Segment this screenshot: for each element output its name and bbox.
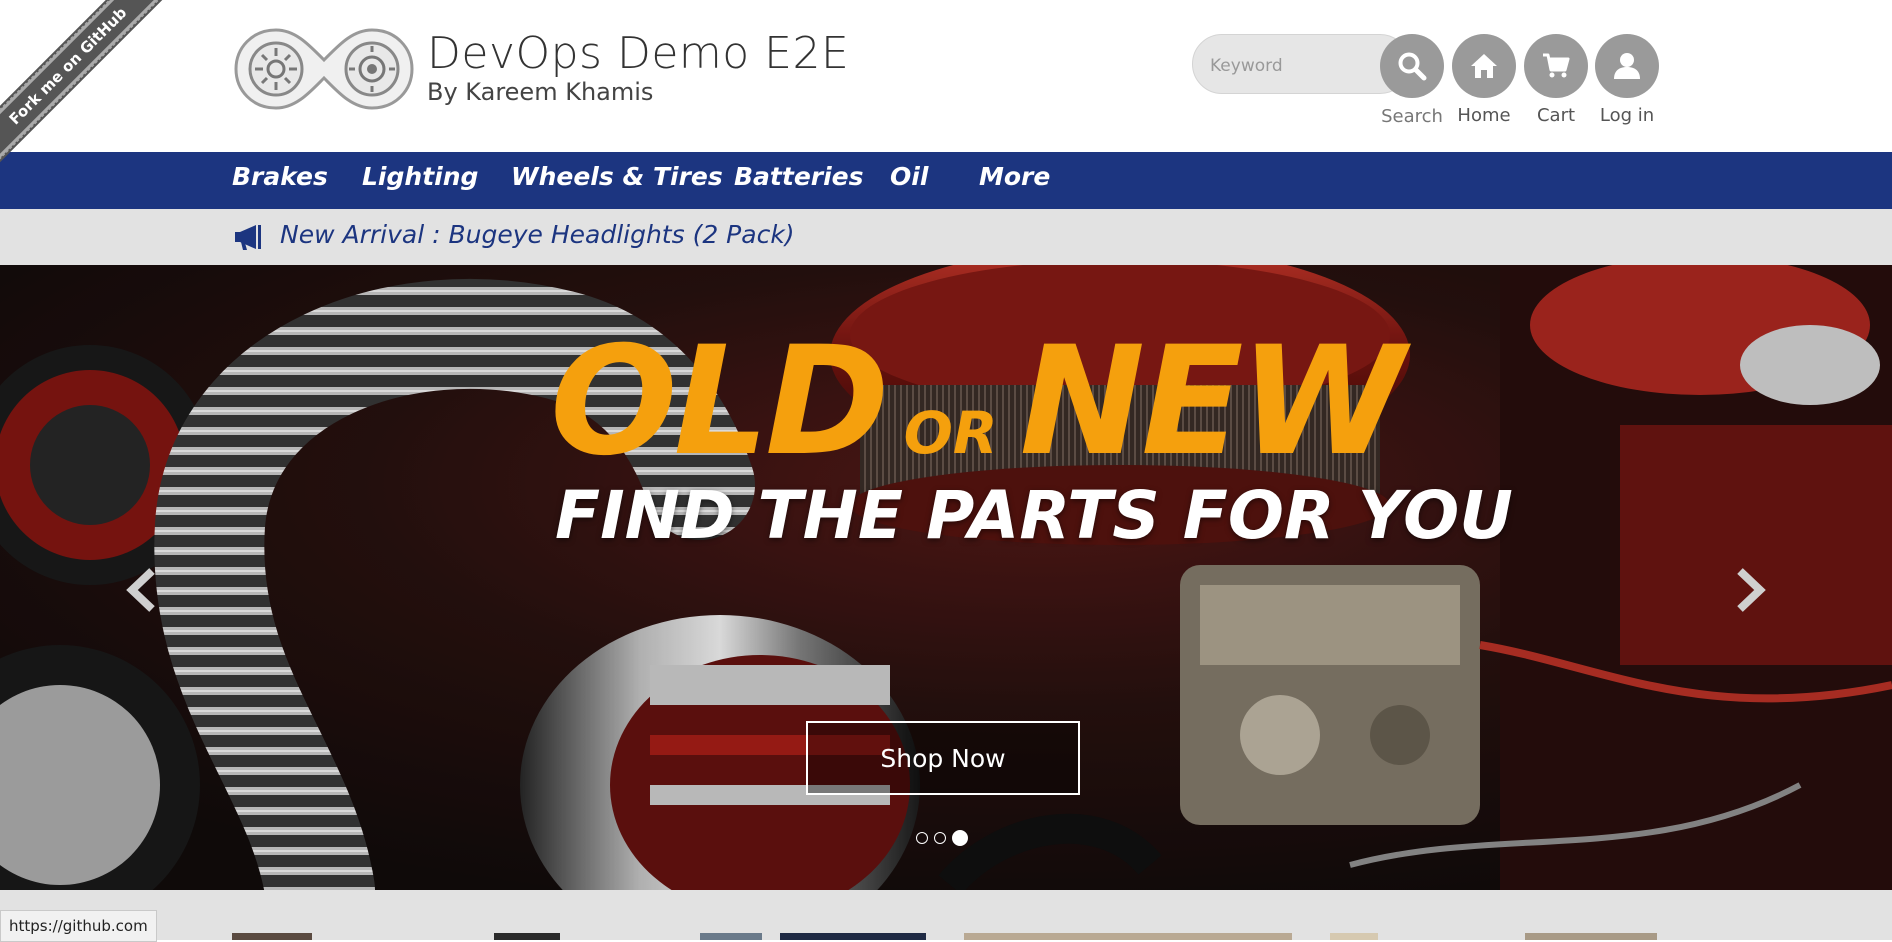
hero-subline: FIND THE PARTS FOR YOU	[555, 477, 1513, 554]
nav-item-wheels-tires[interactable]: Wheels & Tires	[511, 162, 723, 191]
headline-or: OR	[903, 399, 998, 467]
search-button[interactable]	[1380, 34, 1444, 98]
announcement-text[interactable]: New Arrival : Bugeye Headlights (2 Pack)	[280, 220, 795, 249]
nav-item-brakes[interactable]: Brakes	[232, 162, 328, 191]
products-strip	[0, 890, 1892, 940]
headline-old: OLD	[550, 315, 890, 489]
nav-item-more[interactable]: More	[979, 162, 1050, 191]
login-button[interactable]	[1595, 34, 1659, 98]
brand-subtitle: By Kareem Khamis	[427, 78, 654, 106]
product-thumb[interactable]	[1330, 933, 1378, 940]
carousel-prev-arrow-icon[interactable]	[122, 565, 162, 615]
product-thumb[interactable]	[232, 933, 312, 940]
product-thumb[interactable]	[1525, 933, 1657, 940]
site-logo[interactable]	[232, 26, 416, 112]
carousel-next-arrow-icon[interactable]	[1730, 565, 1770, 615]
home-button[interactable]	[1452, 34, 1516, 98]
user-icon	[1614, 53, 1640, 79]
headline-new: NEW	[1019, 315, 1405, 489]
carousel-dot[interactable]	[916, 832, 928, 844]
product-thumb[interactable]	[494, 933, 560, 940]
search-input[interactable]	[1208, 48, 1382, 84]
cart-button[interactable]	[1524, 34, 1588, 98]
carousel-indicators	[916, 830, 968, 846]
announcement-bar: New Arrival : Bugeye Headlights (2 Pack)	[0, 209, 1892, 265]
product-thumb[interactable]	[700, 933, 762, 940]
category-nav: Brakes Lighting Wheels & Tires Batteries…	[0, 152, 1892, 209]
cart-icon	[1543, 53, 1570, 78]
search-icon	[1398, 52, 1427, 81]
fork-ribbon-container: Fork me on GitHub	[0, 0, 170, 170]
site-header: DevOps Demo E2E By Kareem Khamis Search …	[0, 0, 1892, 152]
home-icon	[1471, 54, 1497, 78]
carousel-dot[interactable]	[934, 832, 946, 844]
product-thumb[interactable]	[780, 933, 926, 940]
nav-item-oil[interactable]: Oil	[890, 162, 928, 191]
shop-now-button[interactable]: Shop Now	[806, 721, 1080, 795]
hero-carousel: OLD OR NEW FIND THE PARTS FOR YOU Shop Now	[0, 265, 1892, 890]
hero-headline: OLD OR NEW	[550, 315, 1405, 489]
product-thumb[interactable]	[964, 933, 1292, 940]
status-bar-url: https://github.com	[0, 910, 157, 942]
login-label[interactable]: Log in	[1582, 105, 1672, 126]
carousel-dot-active[interactable]	[952, 830, 968, 846]
fork-me-ribbon[interactable]: Fork me on GitHub	[0, 0, 170, 170]
megaphone-icon	[235, 225, 261, 250]
brand-title[interactable]: DevOps Demo E2E	[427, 28, 849, 79]
nav-item-lighting[interactable]: Lighting	[362, 162, 478, 191]
nav-item-batteries[interactable]: Batteries	[734, 162, 864, 191]
